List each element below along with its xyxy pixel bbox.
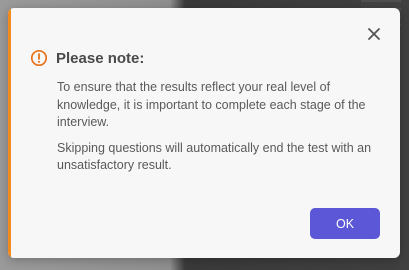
notice-dialog: Please note: To ensure that the results … bbox=[8, 8, 400, 258]
warning-circle-icon bbox=[30, 49, 48, 67]
dialog-title: Please note: bbox=[56, 49, 145, 67]
ok-button[interactable]: OK bbox=[310, 208, 380, 239]
dialog-header: Please note: bbox=[30, 49, 144, 67]
close-icon bbox=[368, 28, 380, 40]
dialog-accent-bar bbox=[8, 8, 11, 258]
close-button[interactable] bbox=[366, 26, 382, 42]
dialog-body: To ensure that the results reflect your … bbox=[57, 79, 382, 183]
dialog-paragraph: To ensure that the results reflect your … bbox=[57, 80, 366, 129]
dialog-paragraph: Skipping questions will automatically en… bbox=[57, 140, 372, 173]
